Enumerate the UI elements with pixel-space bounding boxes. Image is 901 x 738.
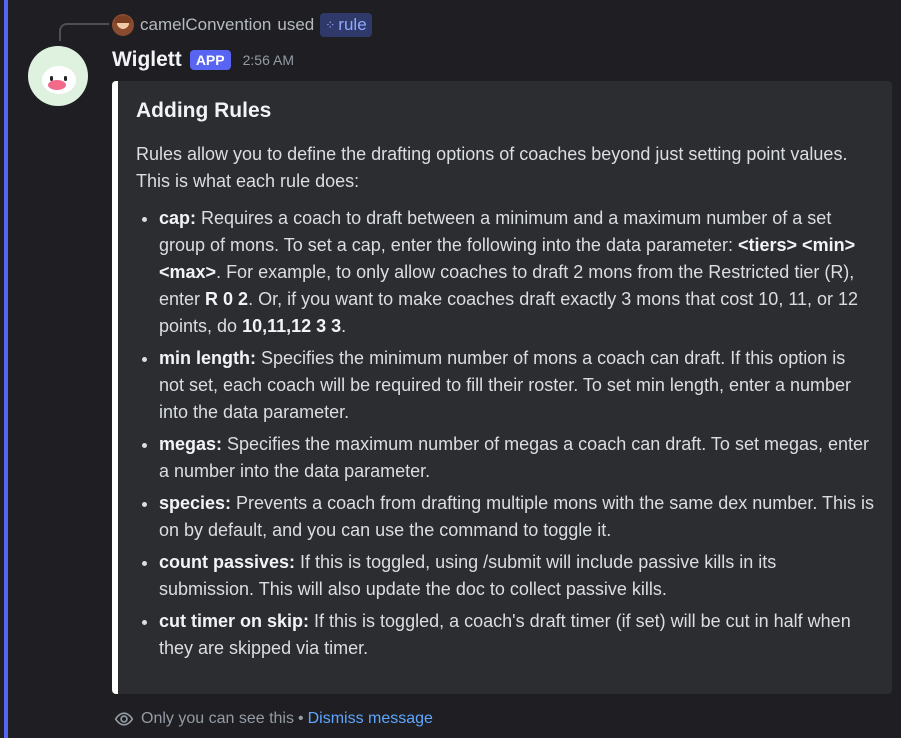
rule-text: Specifies the maximum number of megas a … xyxy=(159,434,870,481)
reply-username[interactable]: camelConvention xyxy=(140,15,271,35)
rule-name: count passives: xyxy=(159,552,296,572)
eye-icon xyxy=(114,712,134,726)
rule-bold: 10,11,12 3 3 xyxy=(242,316,342,336)
rule-megas: megas: Specifies the maximum number of m… xyxy=(159,431,874,485)
timestamp[interactable]: 2:56 AM xyxy=(243,52,294,68)
rules-list: cap: Requires a coach to draft between a… xyxy=(136,205,874,662)
reply-used-text: used xyxy=(277,15,315,34)
rule-cap: cap: Requires a coach to draft between a… xyxy=(159,205,874,340)
rule-name: cap: xyxy=(159,208,197,228)
avatar-eye-right xyxy=(64,76,67,81)
ephemeral-footer: Only you can see this • Dismiss message xyxy=(114,709,433,729)
rule-name: min length: xyxy=(159,348,256,368)
rule-text: Requires a coach to draft between a mini… xyxy=(159,208,832,255)
rule-cut-timer-on-skip: cut timer on skip: If this is toggled, a… xyxy=(159,608,874,662)
avatar-mouth xyxy=(48,80,66,90)
embed: Adding Rules Rules allow you to define t… xyxy=(112,81,892,694)
command-name: rule xyxy=(338,15,367,34)
rule-text: . xyxy=(341,316,347,336)
rule-name: species: xyxy=(159,493,232,513)
rule-name: cut timer on skip: xyxy=(159,611,310,631)
command-mention[interactable]: ⁘ rule xyxy=(320,13,372,37)
rule-name: megas: xyxy=(159,434,223,454)
embed-description: Rules allow you to define the drafting o… xyxy=(136,144,848,191)
slash-command-icon: ⁘ xyxy=(325,18,335,32)
separator: • xyxy=(297,710,304,727)
reply-avatar[interactable] xyxy=(112,14,134,36)
reply-reference[interactable]: camelConvention used ⁘ rule xyxy=(112,12,372,38)
app-badge: APP xyxy=(189,50,231,70)
rule-species: species: Prevents a coach from drafting … xyxy=(159,490,874,544)
dismiss-message-link[interactable]: Dismiss message xyxy=(308,710,433,728)
avatar[interactable] xyxy=(28,46,88,106)
rule-text: Prevents a coach from drafting multiple … xyxy=(159,493,875,540)
rule-text: Specifies the minimum number of mons a c… xyxy=(159,348,852,422)
visibility-text: Only you can see this xyxy=(141,710,294,727)
reply-connector xyxy=(59,23,109,41)
username[interactable]: Wiglett xyxy=(112,48,182,72)
rule-min-length: min length: Specifies the minimum number… xyxy=(159,345,874,426)
message-header: Wiglett APP 2:56 AM xyxy=(112,48,294,72)
rule-count-passives: count passives: If this is toggled, usin… xyxy=(159,549,874,603)
message-highlight-bar xyxy=(4,0,8,738)
embed-title: Adding Rules xyxy=(136,99,272,122)
rule-bold: R 0 2 xyxy=(205,289,249,309)
